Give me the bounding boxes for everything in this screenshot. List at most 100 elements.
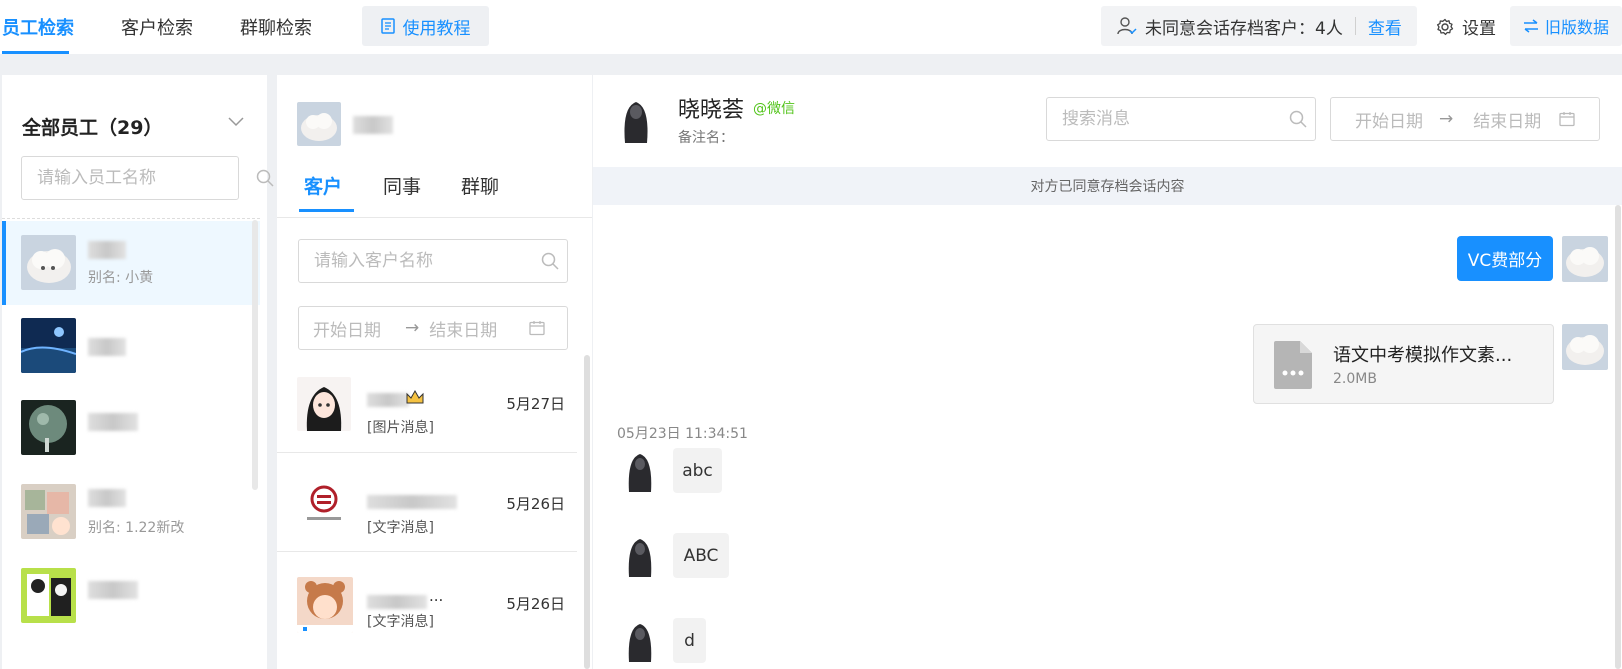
file-name: 语文中考模拟作文素... [1333,345,1513,366]
message-timestamp: 05月23日 11:34:51 [617,426,748,442]
view-link[interactable]: 查看 [1368,14,1402,39]
file-icon [1274,341,1312,389]
gear-icon [1436,18,1454,35]
staff-name-redacted [353,116,393,134]
tab-customers[interactable]: 客户 [304,172,342,199]
search-icon[interactable] [256,169,274,187]
avatar [297,102,341,146]
avatar [21,568,76,623]
date-arrow: → [1439,109,1454,129]
tab-group-search[interactable]: 群聊检索 [240,14,312,40]
customer-name-redacted [367,595,427,609]
staff-list-item[interactable]: 别名: 小黄 [2,221,260,305]
staff-list-item[interactable]: 别名: 1.22新改 [2,473,260,557]
crown-icon [406,389,424,404]
message-search-box [1046,97,1316,141]
avatar [297,577,353,633]
chevron-down-icon[interactable] [228,117,244,127]
staff-search-input[interactable] [22,168,256,188]
tutorial-button[interactable]: 使用教程 [362,6,489,46]
customer-search-box [298,239,568,283]
customer-name-redacted [367,393,409,407]
avatar [297,377,351,431]
avatar [623,537,657,577]
customer-list-scrollbar[interactable] [584,355,590,669]
tab-staff-search[interactable]: 员工检索 [2,14,74,40]
user-check-icon [1117,17,1137,35]
avatar [1562,236,1608,282]
date-end-field[interactable]: 结束日期 [1473,107,1541,132]
avatar [297,477,351,531]
swap-icon [1523,19,1538,33]
top-bar: 员工检索 客户检索 群聊检索 使用教程 未同意会话存档客户：4人 查看 设置 旧… [0,0,1622,54]
chat-panel: 晓晓荟 @微信 备注名： 开始日期 → 结束日期 对方已同意存档会话内容 VC费… [593,75,1622,669]
file-message-card[interactable]: 语文中考模拟作文素... 2.0MB [1253,324,1554,404]
staff-header: 全部员工（29） [22,117,163,139]
customer-last-date: 5月27日 [506,395,565,413]
search-icon[interactable] [541,252,559,270]
unconsented-customers-notice: 未同意会话存档客户：4人 查看 [1101,6,1417,46]
customer-last-message: [图片消息] [367,420,434,436]
staff-list-divider [2,218,260,219]
customer-last-date: 5月26日 [506,595,565,613]
legacy-data-button[interactable]: 旧版数据 [1510,6,1622,46]
staff-list-item[interactable] [2,557,260,641]
tabs-divider [277,217,592,218]
notice-divider [1354,17,1356,35]
search-icon[interactable] [1289,110,1307,128]
staff-alias: 别名: 小黄 [88,270,154,286]
staff-list-item[interactable] [2,389,260,473]
avatar [21,400,76,455]
legacy-label: 旧版数据 [1544,18,1609,37]
staff-name-redacted [88,489,126,507]
chat-remark-label: 备注名： [678,130,734,146]
customer-list-item[interactable]: ... 5月26日 [文字消息] [277,565,577,667]
avatar [616,99,656,143]
settings-label: 设置 [1462,19,1496,39]
date-arrow: → [405,318,420,338]
chat-scrollbar[interactable] [1615,205,1621,669]
customer-panel: 客户 同事 群聊 开始日期 → 结束日期 5月27日 [图片消息] 5月26日 … [277,75,592,669]
message-search-input[interactable] [1047,109,1281,129]
avatar [1562,324,1608,370]
outgoing-message-bubble[interactable]: VC费部分 [1457,236,1553,281]
avatar [21,484,76,539]
customer-last-message: [文字消息] [367,614,434,630]
chat-contact-source: @微信 [753,101,795,117]
tab-colleagues[interactable]: 同事 [383,172,421,199]
active-tab-indicator [2,51,69,54]
customer-last-date: 5月26日 [506,495,565,513]
customer-name-redacted [367,495,457,509]
staff-name-redacted [88,241,126,259]
message-date-range[interactable]: 开始日期 → 结束日期 [1330,97,1600,141]
customer-name-ellipsis: ... [429,587,444,605]
customer-last-message: [文字消息] [367,520,434,536]
staff-name-redacted [88,413,138,431]
avatar [21,235,76,290]
staff-list-scrollbar[interactable] [252,220,258,490]
settings-button[interactable]: 设置 [1436,14,1496,39]
staff-search-box [21,156,274,200]
staff-panel: 全部员工（29） 别名: 小黄 别名: 1.22新改 [2,75,274,669]
tab-group-chats[interactable]: 群聊 [461,172,499,199]
notice-label: 未同意会话存档客户：4人 [1145,18,1343,39]
chat-contact-name: 晓晓荟 [678,98,745,123]
date-end-field[interactable]: 结束日期 [429,316,497,341]
customer-date-range[interactable]: 开始日期 → 结束日期 [298,306,568,350]
incoming-message-bubble[interactable]: abc [673,448,722,493]
active-tab-indicator [299,209,354,212]
incoming-message-bubble[interactable]: ABC [673,533,729,578]
list-divider [277,452,577,453]
tutorial-label: 使用教程 [402,18,471,39]
incoming-message-bubble[interactable]: d [673,618,706,663]
calendar-icon [1559,112,1575,127]
staff-list-item[interactable] [2,305,260,389]
tab-customer-search[interactable]: 客户检索 [121,14,193,40]
date-start-field[interactable]: 开始日期 [313,316,381,341]
date-start-field[interactable]: 开始日期 [1355,107,1423,132]
avatar [623,452,657,492]
staff-name-redacted [88,338,126,356]
calendar-icon [529,321,545,336]
customer-search-input[interactable] [299,251,533,271]
consent-notice: 对方已同意存档会话内容 [593,167,1622,205]
